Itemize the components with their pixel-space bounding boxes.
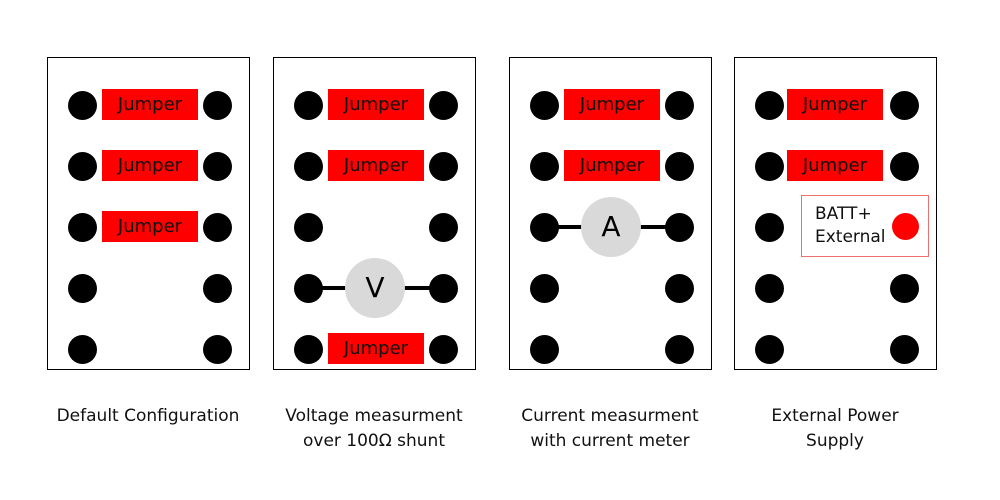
caption-line: over 100Ω shunt [302, 431, 445, 451]
pin-right [203, 212, 232, 242]
pin-left [530, 90, 559, 120]
pin-right [665, 273, 694, 303]
pin-left [755, 90, 784, 120]
panel-caption: Voltage measurment over 100Ω shunt [254, 404, 494, 454]
panel-caption: External Power Supply [715, 404, 955, 454]
pin-right [665, 212, 694, 242]
external-label-line: BATT+ [815, 204, 872, 224]
external-label-line: External [815, 227, 886, 247]
pin-right [890, 151, 919, 181]
pin-right [890, 273, 919, 303]
pin-right [203, 151, 232, 181]
caption-line: Voltage measurment [285, 406, 463, 426]
pin-right [890, 90, 919, 120]
pin-right [429, 151, 458, 181]
jumper-block: Jumper [328, 89, 424, 120]
external-power-label: BATT+ External [815, 203, 886, 249]
pin-right [429, 90, 458, 120]
pin-left [530, 273, 559, 303]
meter-v: V [345, 258, 405, 318]
pin-left [294, 151, 323, 181]
jumper-block: Jumper [328, 150, 424, 181]
pin-left [68, 151, 97, 181]
pin-right [203, 334, 232, 364]
pin-left [294, 212, 323, 242]
pin-left [68, 334, 97, 364]
jumper-block: Jumper [102, 150, 198, 181]
pin-left [294, 334, 323, 364]
pin-left [68, 273, 97, 303]
jumper-block: Jumper [328, 333, 424, 364]
jumper-block: Jumper [102, 89, 198, 120]
caption-line: Supply [806, 431, 864, 451]
caption-line: with current meter [530, 431, 690, 451]
pin-right [665, 334, 694, 364]
pin-right [203, 273, 232, 303]
pin-right [203, 90, 232, 120]
jumper-block: Jumper [564, 150, 660, 181]
pin-right [429, 273, 458, 303]
caption-line: Current measurment [521, 406, 699, 426]
caption-line: External Power [771, 406, 899, 426]
configuration-panel: Jumper Jumper BATT+ External [734, 57, 937, 370]
pin-left [294, 90, 323, 120]
pin-right [429, 212, 458, 242]
panel-caption: Current measurment with current meter [490, 404, 730, 454]
pin-left [755, 273, 784, 303]
pin-right [665, 151, 694, 181]
jumper-block: Jumper [787, 89, 883, 120]
pin-left [755, 151, 784, 181]
caption-line: Default Configuration [56, 406, 240, 426]
configuration-panel: Jumper Jumper Jumper V [273, 57, 476, 370]
pin-left [530, 151, 559, 181]
external-power-box: BATT+ External [801, 195, 929, 257]
pin-left [755, 334, 784, 364]
pin-left [68, 212, 97, 242]
configuration-panel: Jumper Jumper Jumper [47, 57, 250, 370]
panel-caption: Default Configuration [28, 404, 268, 429]
jumper-block: Jumper [787, 150, 883, 181]
jumper-block: Jumper [102, 211, 198, 242]
pin-right [890, 334, 919, 364]
pin-right [665, 90, 694, 120]
meter-a: A [581, 197, 641, 257]
configuration-panel: Jumper Jumper A [509, 57, 712, 370]
pin-left [755, 212, 784, 242]
pin-left [68, 90, 97, 120]
pin-left [530, 334, 559, 364]
jumper-block: Jumper [564, 89, 660, 120]
external-power-pin [892, 213, 919, 240]
pin-right [429, 334, 458, 364]
